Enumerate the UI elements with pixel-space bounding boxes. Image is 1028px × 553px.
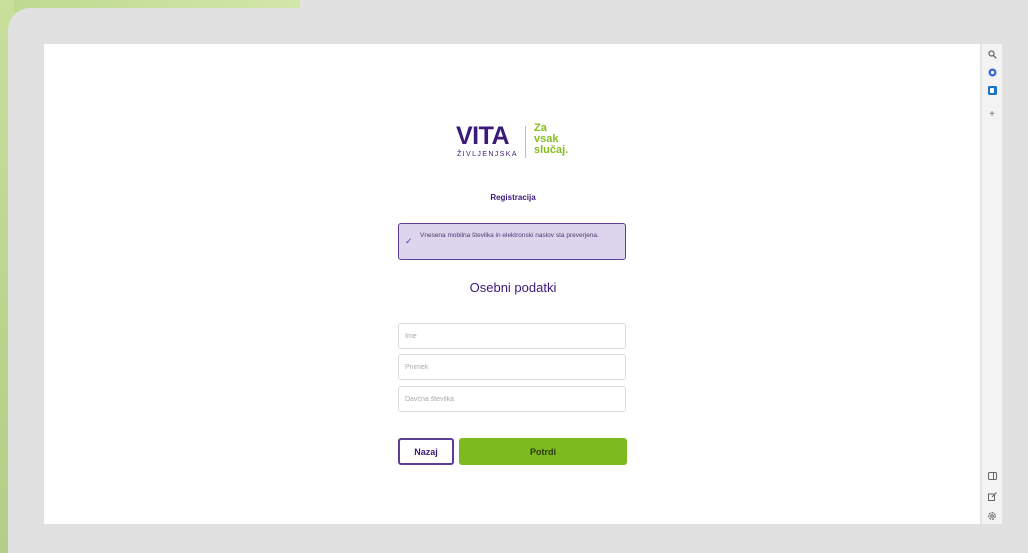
- logo-wordmark: VITA: [456, 122, 510, 150]
- add-icon[interactable]: +: [982, 106, 1002, 122]
- page-title: Registracija: [490, 193, 536, 202]
- back-button[interactable]: Nazaj: [398, 438, 454, 465]
- first-name-input[interactable]: [398, 323, 626, 349]
- logo-divider: [525, 126, 526, 158]
- settings-icon[interactable]: [982, 508, 1002, 524]
- outlook-icon[interactable]: [982, 82, 1002, 98]
- alert-text: Vnesena mobilna številka in elektronski …: [420, 232, 599, 239]
- check-icon: ✓: [405, 236, 413, 246]
- confirm-button[interactable]: Potrdi: [459, 438, 627, 465]
- tax-number-input[interactable]: [398, 386, 626, 412]
- last-name-input[interactable]: [398, 354, 626, 380]
- search-icon[interactable]: [982, 46, 1002, 62]
- verification-alert: ✓ Vnesena mobilna številka in elektronsk…: [398, 223, 626, 260]
- section-title: Osebni podatki: [469, 280, 557, 295]
- extension-icon[interactable]: [982, 64, 1002, 80]
- vita-logo: VITA ŽIVLJENJSKA Za vsak slučaj.: [456, 122, 580, 162]
- logo-tagline: Za vsak slučaj.: [534, 123, 568, 156]
- tagline-line-3: slučaj.: [534, 144, 569, 156]
- browser-sidebar: +: [981, 44, 1002, 524]
- sidebar-toggle-icon[interactable]: [982, 468, 1002, 484]
- logo-subtitle: ŽIVLJENJSKA: [457, 151, 518, 158]
- external-link-icon[interactable]: [982, 488, 1002, 504]
